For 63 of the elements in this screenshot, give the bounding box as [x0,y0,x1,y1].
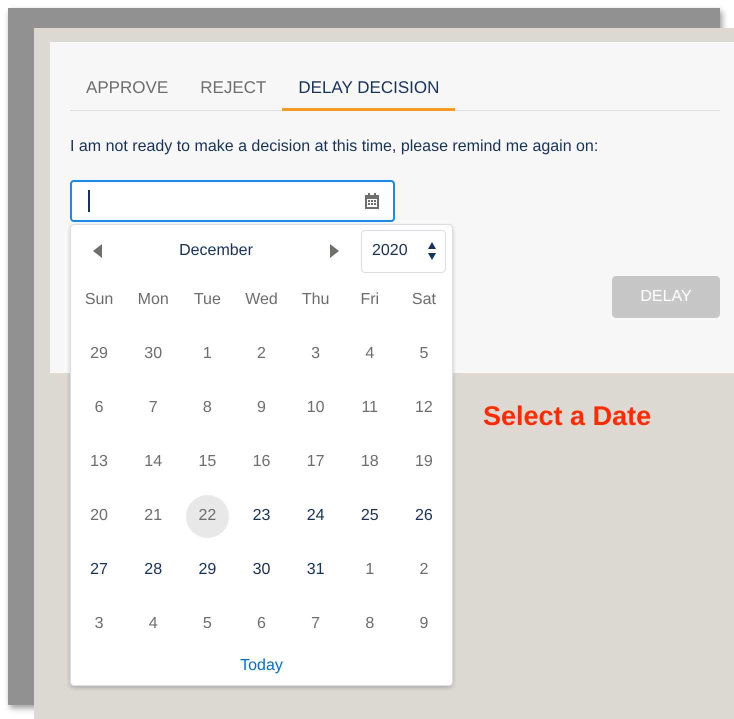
calendar-day[interactable]: 4 [348,332,392,376]
calendar-day[interactable]: 1 [348,548,392,592]
calendar-day[interactable]: 16 [240,440,283,484]
calendar-day[interactable]: 2 [240,332,283,376]
weekday-label: Tue [192,290,222,310]
calendar-day[interactable]: 23 [240,494,283,538]
month-label: December [178,242,254,260]
calendar-day[interactable]: 18 [348,440,392,484]
calendar-day[interactable]: 12 [402,386,446,430]
weekday-label: Sun [84,290,114,310]
calendar-day[interactable]: 22 [186,494,229,538]
calendar-day[interactable]: 5 [186,602,229,646]
calendar-day[interactable]: 28 [132,548,175,592]
calendar-day[interactable]: 30 [132,332,175,376]
weekday-label: Mon [136,290,170,310]
previous-month-icon[interactable] [91,243,105,259]
calendar-day[interactable]: 19 [402,440,446,484]
calendar-day[interactable]: 29 [186,548,229,592]
calendar-day[interactable]: 13 [78,440,121,484]
calendar-day[interactable]: 25 [348,494,392,538]
calendar-day[interactable]: 26 [402,494,446,538]
calendar-day[interactable]: 31 [294,548,338,592]
calendar-day[interactable]: 29 [78,332,121,376]
calendar-day[interactable]: 5 [402,332,446,376]
calendar-day[interactable]: 8 [186,386,229,430]
prompt-text: I am not ready to make a decision at this time, please remind me again on: [70,138,600,156]
calendar-day[interactable]: 17 [294,440,338,484]
calendar-day[interactable]: 9 [240,386,283,430]
calendar-day[interactable]: 14 [132,440,175,484]
calendar-day[interactable]: 6 [78,386,121,430]
today-link[interactable]: Today [240,657,283,675]
weekday-label: Thu [300,290,330,310]
calendar-day[interactable]: 7 [294,602,338,646]
weekday-label: Sat [410,290,437,310]
calendar-day[interactable]: 9 [402,602,446,646]
calendar-day[interactable]: 3 [78,602,121,646]
calendar-day[interactable]: 1 [186,332,229,376]
calendar-day[interactable]: 3 [294,332,338,376]
calendar-day[interactable]: 10 [294,386,338,430]
calendar-day[interactable]: 15 [186,440,229,484]
weekday-label: Wed [244,290,279,310]
date-input-field[interactable] [70,180,395,222]
calendar-day[interactable]: 4 [132,602,175,646]
tab[interactable]: DELAY DECISION [282,72,456,111]
calendar-day[interactable]: 30 [240,548,283,592]
calendar-day[interactable]: 8 [348,602,392,646]
calendar-icon [363,192,381,210]
year-select[interactable]: 2020 [361,230,446,272]
calendar-day[interactable]: 6 [240,602,283,646]
up-down-icon [427,240,437,262]
calendar-day[interactable]: 11 [348,386,392,430]
calendar-day[interactable]: 2 [402,548,446,592]
tab[interactable]: REJECT [184,72,282,111]
calendar-day[interactable]: 24 [294,494,338,538]
text-cursor [88,190,90,212]
tab[interactable]: APPROVE [70,72,184,111]
calendar-day[interactable]: 27 [78,548,121,592]
annotation-text: Select a Date [483,401,652,432]
calendar-day[interactable]: 20 [78,494,121,538]
weekday-label: Fri [359,290,380,310]
next-month-icon[interactable] [327,243,341,259]
calendar-day[interactable]: 21 [132,494,175,538]
calendar-day[interactable]: 7 [132,386,175,430]
